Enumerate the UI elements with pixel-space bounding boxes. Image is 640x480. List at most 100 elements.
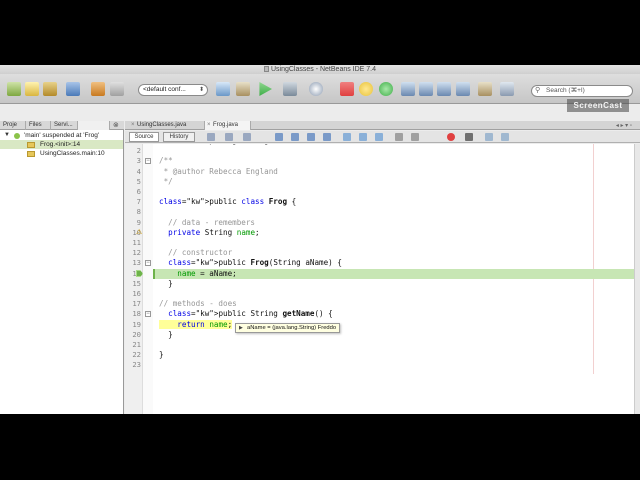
tree-item-frame[interactable]: Frog.<init>:14 xyxy=(0,140,123,149)
editor-window-controls[interactable]: ◂ ▸ ▾ ▫ xyxy=(616,122,632,129)
tab-services[interactable]: Servi... xyxy=(51,121,78,130)
line-number: 15 xyxy=(132,278,141,288)
toggle-highlight-icon[interactable] xyxy=(323,133,331,141)
code-editor[interactable]: 12345678910⚠11121314151617181920212223 c… xyxy=(125,144,634,414)
line-number: 6 xyxy=(136,187,141,196)
code-line: private String name; xyxy=(168,227,260,237)
close-icon[interactable]: ⊗ xyxy=(113,121,119,130)
shift-right-icon[interactable] xyxy=(411,133,419,141)
tab-debugging[interactable] xyxy=(78,121,110,130)
code-line: * @author Rebecca England xyxy=(159,166,278,176)
comment-icon[interactable] xyxy=(485,133,493,141)
search-input[interactable]: ⚲ Search (⌘+I) xyxy=(531,85,633,97)
call-frame-icon xyxy=(27,151,35,157)
code-line: } xyxy=(159,329,173,339)
netbeans-window: UsingClasses - NetBeans IDE 7.4 <default… xyxy=(0,65,640,414)
fold-collapse-icon[interactable]: − xyxy=(145,158,151,165)
call-frame-icon xyxy=(27,142,35,148)
new-file-icon[interactable] xyxy=(25,82,39,96)
tab-usingclasses-java[interactable]: × UsingClasses.java xyxy=(129,121,205,130)
undo-icon[interactable] xyxy=(91,82,105,96)
line-number: 17 xyxy=(132,299,141,309)
forward-icon[interactable] xyxy=(243,133,251,141)
close-icon[interactable]: × xyxy=(207,121,211,130)
search-icon: ⚲ xyxy=(535,87,541,94)
thread-icon xyxy=(14,133,20,139)
line-number: 11 xyxy=(132,238,141,247)
line-number: 4 xyxy=(136,166,141,176)
step-out-icon[interactable] xyxy=(456,82,470,96)
debug-project-icon[interactable] xyxy=(283,82,297,96)
close-icon[interactable]: × xyxy=(131,121,135,130)
next-bookmark-icon[interactable] xyxy=(359,133,367,141)
stop-macro-icon[interactable] xyxy=(465,133,473,141)
step-over-expression-icon[interactable] xyxy=(419,82,433,96)
main-toolbar: <default conf... ⬍ ⚲ Search (⌘+I) xyxy=(0,74,640,104)
vertical-scrollbar[interactable] xyxy=(634,144,640,414)
line-number: 7 xyxy=(136,197,141,207)
code-line: // constructor xyxy=(159,248,233,258)
uncomment-icon[interactable] xyxy=(501,133,509,141)
code-line: /** xyxy=(159,156,173,166)
run-to-cursor-icon[interactable] xyxy=(478,82,492,96)
record-macro-icon[interactable] xyxy=(447,133,455,141)
last-edit-icon[interactable] xyxy=(207,133,215,141)
back-icon[interactable] xyxy=(225,133,233,141)
line-number: 22 xyxy=(132,350,141,360)
previous-bookmark-icon[interactable] xyxy=(343,133,351,141)
find-selection-icon[interactable] xyxy=(307,133,315,141)
chevron-down-icon: ⬍ xyxy=(198,87,204,93)
new-project-icon[interactable] xyxy=(7,82,21,96)
finish-debugger-icon[interactable] xyxy=(340,82,354,96)
history-view-button[interactable]: History xyxy=(163,132,195,142)
fold-collapse-icon[interactable]: − xyxy=(145,311,151,318)
triangle-down-icon[interactable]: ▼ xyxy=(4,131,10,140)
save-all-icon[interactable] xyxy=(66,82,80,96)
find-previous-icon[interactable] xyxy=(275,133,283,141)
left-panel-tabs: Proje Files Servi... ⊗ xyxy=(0,121,124,130)
source-view-button[interactable]: Source xyxy=(129,132,159,142)
shift-left-icon[interactable] xyxy=(395,133,403,141)
pause-icon[interactable] xyxy=(359,82,373,96)
build-hammer-icon[interactable] xyxy=(216,82,230,96)
line-number: 23 xyxy=(132,360,141,370)
continue-icon[interactable] xyxy=(379,82,393,96)
tab-frog-java[interactable]: × Frog.java xyxy=(205,121,251,130)
step-into-icon[interactable] xyxy=(437,82,451,96)
tab-projects[interactable]: Proje xyxy=(0,121,26,130)
debug-thread-tree: ▼ 'main' suspended at 'Frog' Frog.<init>… xyxy=(0,131,123,158)
profile-icon[interactable] xyxy=(309,82,323,96)
redo-icon[interactable] xyxy=(110,82,124,96)
code-line: class="kw">public String getName() { xyxy=(168,309,333,319)
fold-collapse-icon[interactable]: − xyxy=(145,260,151,267)
line-number: 12 xyxy=(132,248,141,258)
tree-item-frame[interactable]: UsingClasses.main:10 xyxy=(0,149,123,158)
run-icon[interactable] xyxy=(259,82,272,96)
expand-triangle-icon[interactable]: ▶ xyxy=(239,324,243,332)
code-line: name = aName; xyxy=(177,268,237,278)
program-counter-icon[interactable] xyxy=(136,270,143,278)
debugging-panel: Proje Files Servi... ⊗ ▼ 'main' suspende… xyxy=(0,121,124,414)
clean-build-icon[interactable] xyxy=(236,82,250,96)
code-line: } xyxy=(159,278,173,288)
toggle-bookmark-icon[interactable] xyxy=(375,133,383,141)
code-line: return name; xyxy=(159,319,233,330)
code-line: class="kw">public class Frog { xyxy=(159,197,297,207)
line-number-gutter[interactable]: 12345678910⚠11121314151617181920212223 xyxy=(125,144,143,414)
line-number: 2 xyxy=(136,146,141,156)
apply-code-changes-icon[interactable] xyxy=(500,82,514,96)
find-next-icon[interactable] xyxy=(291,133,299,141)
code-line: class="kw">package usingclasses; xyxy=(159,144,305,146)
line-number: 18 xyxy=(132,309,141,319)
tree-item-thread[interactable]: ▼ 'main' suspended at 'Frog' xyxy=(0,131,123,140)
code-line: } xyxy=(159,350,164,360)
configuration-select[interactable]: <default conf... ⬍ xyxy=(138,84,208,96)
line-number: 8 xyxy=(136,207,141,217)
open-project-icon[interactable] xyxy=(43,82,57,96)
tab-files[interactable]: Files xyxy=(26,121,51,130)
line-number: 20 xyxy=(132,329,141,339)
warning-icon[interactable]: ⚠ xyxy=(136,228,142,238)
line-number: 3 xyxy=(136,156,141,166)
step-over-icon[interactable] xyxy=(401,82,415,96)
code-line: // data - remembers xyxy=(159,217,256,227)
